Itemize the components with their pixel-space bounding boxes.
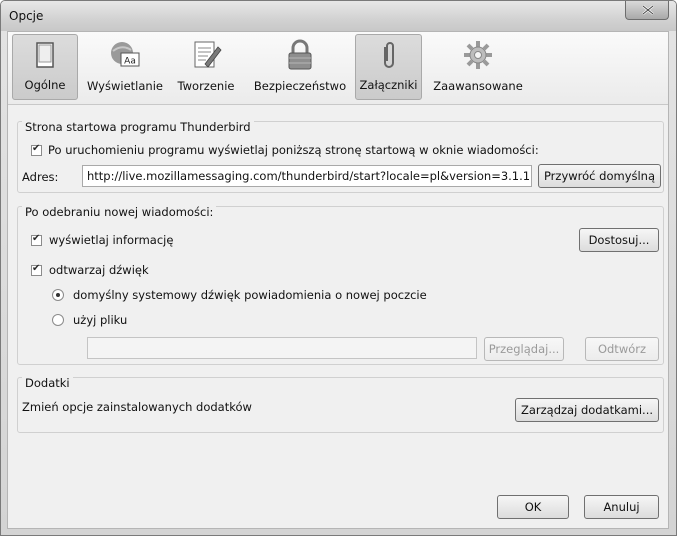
tab-attachments[interactable]: Załączniki <box>355 34 422 100</box>
play-sound-label[interactable]: odtwarzaj dźwięk <box>49 263 149 277</box>
play-sound-checkbox[interactable] <box>31 263 42 276</box>
manage-addons-button[interactable]: Zarządzaj dodatkami... <box>515 398 659 422</box>
sound-file-input[interactable] <box>87 337 477 359</box>
gear-icon <box>464 41 492 69</box>
default-sound-label[interactable]: domyślny systemowy dźwięk powiadomienia … <box>73 288 427 302</box>
addons-description: Zmień opcje zainstalowanych dodatków <box>22 400 252 414</box>
tab-general-label: Ogólne <box>24 78 66 92</box>
restore-default-button[interactable]: Przywróć domyślną <box>538 164 661 188</box>
tab-attachments-label: Załączniki <box>359 78 418 92</box>
tab-composition-label: Tworzenie <box>177 79 235 93</box>
dialog-body: Ogólne Aa Wyświetlanie Tworzenie Bezpiec… <box>7 31 669 529</box>
tab-general[interactable]: Ogólne <box>12 34 78 100</box>
use-file-label[interactable]: użyj pliku <box>73 313 127 327</box>
newmail-caption: Po odebraniu nowej wiadomości: <box>22 205 217 219</box>
tab-advanced[interactable]: Zaawansowane <box>425 34 531 100</box>
customize-button[interactable]: Dostosuj... <box>579 228 659 252</box>
title-bar[interactable]: Opcje <box>1 1 676 31</box>
newmail-group: Po odebraniu nowej wiadomości: wyświetla… <box>17 205 664 365</box>
ok-button[interactable]: OK <box>497 495 569 519</box>
tab-display[interactable]: Aa Wyświetlanie <box>84 34 166 100</box>
default-sound-radio[interactable] <box>52 289 64 301</box>
close-icon <box>642 5 654 15</box>
startpage-checkbox-label[interactable]: Po uruchomieniu programu wyświetlaj poni… <box>48 143 539 157</box>
startpage-group: Strona startowa programu Thunderbird Po … <box>17 120 664 193</box>
tab-composition[interactable]: Tworzenie <box>168 34 244 100</box>
startpage-caption: Strona startowa programu Thunderbird <box>22 120 254 134</box>
address-input[interactable]: http://live.mozillamessaging.com/thunder… <box>82 165 532 187</box>
svg-text:Aa: Aa <box>124 57 136 67</box>
show-info-label[interactable]: wyświetlaj informację <box>49 233 173 247</box>
tab-security-label: Bezpieczeństwo <box>253 79 347 93</box>
tab-advanced-label: Zaawansowane <box>433 79 523 93</box>
startpage-checkbox[interactable] <box>31 143 42 156</box>
addons-caption: Dodatki <box>22 376 73 390</box>
general-window-icon <box>36 42 54 68</box>
display-fonts-icon: Aa <box>111 42 140 67</box>
category-toolbar: Ogólne Aa Wyświetlanie Tworzenie Bezpiec… <box>8 32 668 105</box>
play-button[interactable]: Odtwórz <box>585 337 659 361</box>
cancel-button[interactable]: Anuluj <box>584 495 659 519</box>
address-label: Adres: <box>22 170 59 184</box>
browse-button[interactable]: Przeglądaj... <box>484 337 564 361</box>
addons-group: Dodatki Zmień opcje zainstalowanych doda… <box>17 376 664 433</box>
compose-pencil-icon <box>194 41 222 68</box>
use-file-radio[interactable] <box>52 314 64 326</box>
show-info-checkbox[interactable] <box>31 233 42 246</box>
window-title: Opcje <box>9 9 44 23</box>
options-window: Opcje Ogólne Aa Wyświetlanie Tworzenie B… <box>0 0 677 536</box>
tab-security[interactable]: Bezpieczeństwo <box>246 34 354 100</box>
paperclip-icon <box>383 42 394 68</box>
padlock-icon <box>288 39 312 70</box>
close-button[interactable] <box>625 1 669 20</box>
tab-display-label: Wyświetlanie <box>87 79 163 93</box>
